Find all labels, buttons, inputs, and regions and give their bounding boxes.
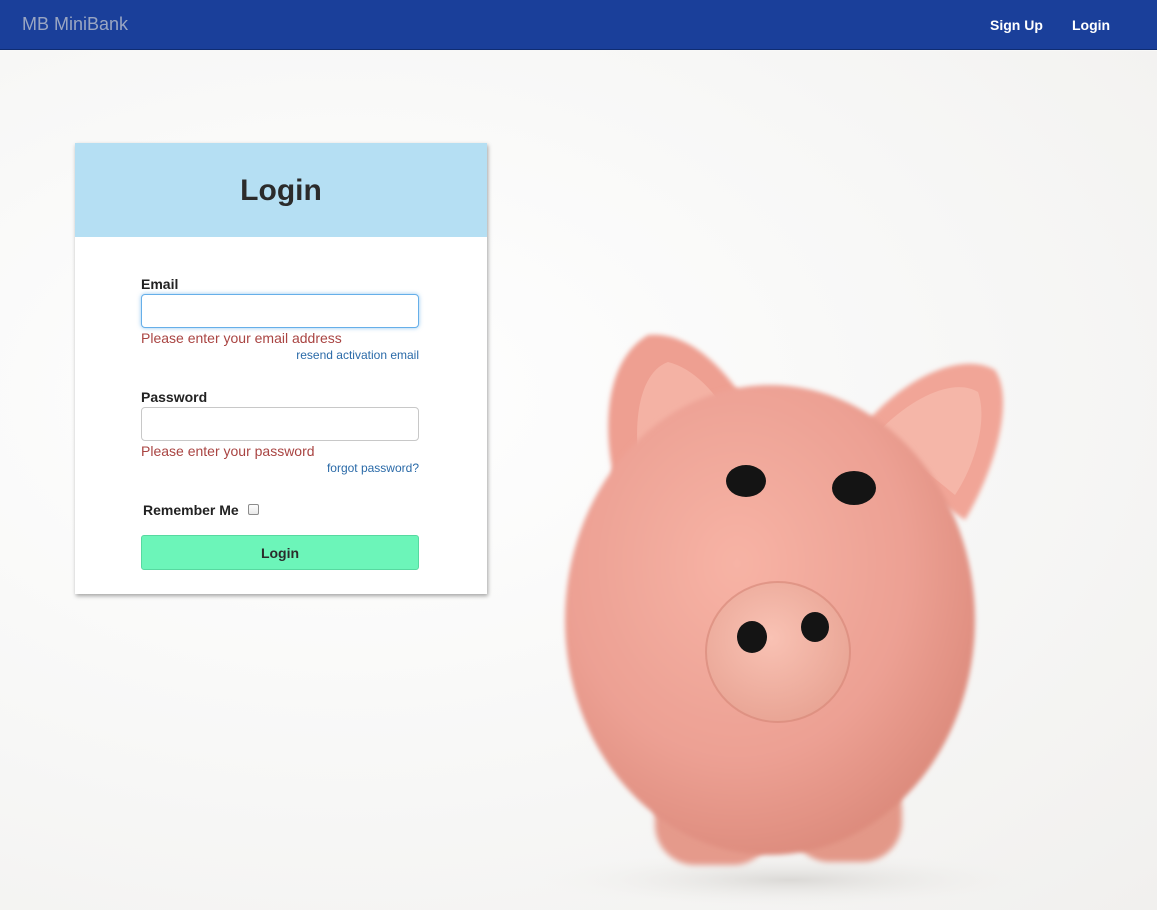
login-card: Login Email Please enter your email addr…: [75, 143, 487, 594]
navbar: MB MiniBank Sign Up Login: [0, 0, 1157, 50]
email-label: Email: [141, 276, 179, 292]
remember-me-checkbox[interactable]: [248, 504, 259, 515]
remember-me-label: Remember Me: [143, 502, 239, 518]
password-error-message: Please enter your password: [141, 443, 315, 459]
password-input[interactable]: [141, 407, 419, 441]
resend-activation-email-link[interactable]: resend activation email: [296, 348, 419, 362]
password-label: Password: [141, 389, 208, 405]
email-error-message: Please enter your email address: [141, 330, 342, 346]
login-submit-button[interactable]: Login: [141, 535, 419, 570]
login-card-header: Login: [75, 143, 487, 237]
nav-sign-up-link[interactable]: Sign Up: [990, 17, 1043, 33]
login-title: Login: [240, 174, 322, 207]
forgot-password-link[interactable]: forgot password?: [327, 461, 419, 475]
email-input[interactable]: [141, 294, 419, 328]
brand-logo[interactable]: MB MiniBank: [22, 14, 128, 35]
nav-login-link[interactable]: Login: [1072, 17, 1110, 33]
